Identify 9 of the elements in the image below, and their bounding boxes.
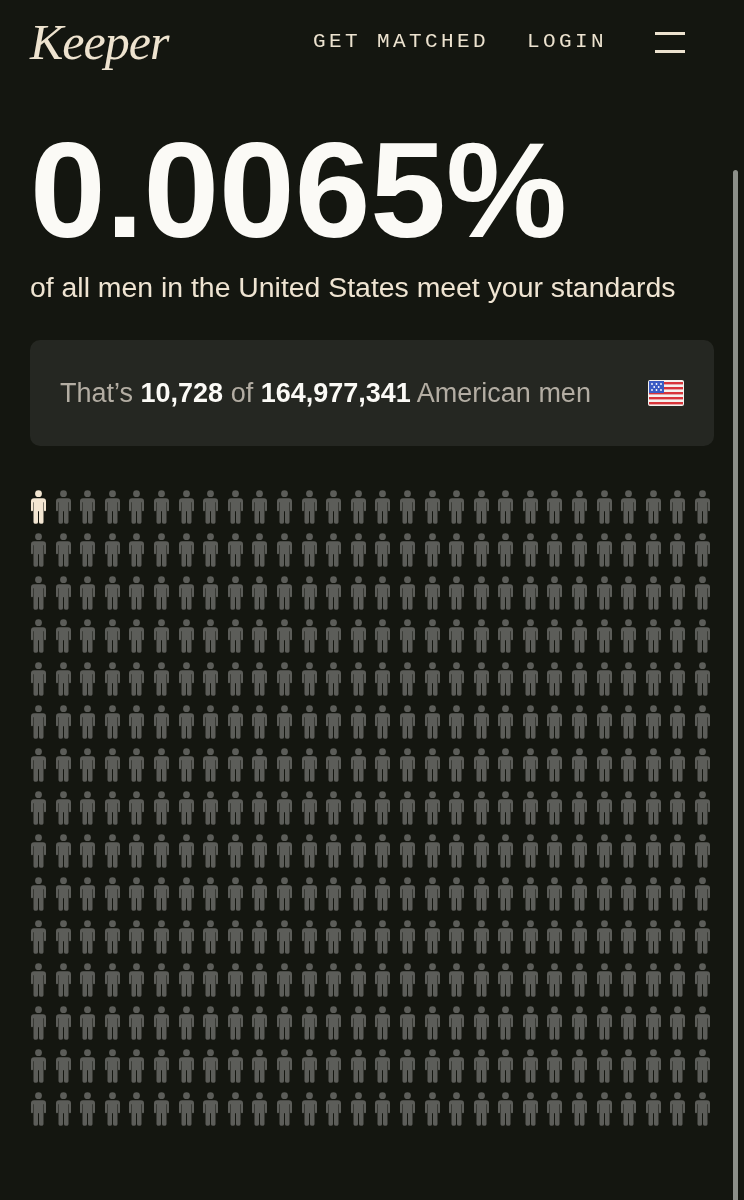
stat-sentence: That’s 10,728 of 164,977,341 American men [60,377,591,409]
nav-link[interactable]: LOGIN [527,29,607,55]
caption: of all men in the United States meet your standards [30,270,676,304]
menu-icon [655,31,685,53]
scrollbar[interactable] [733,170,738,1200]
menu-button[interactable] [655,31,685,53]
nav-link[interactable]: GET MATCHED [312,29,489,55]
flag-icon [648,380,684,406]
percentage-headline: 0.0065% [30,122,567,258]
